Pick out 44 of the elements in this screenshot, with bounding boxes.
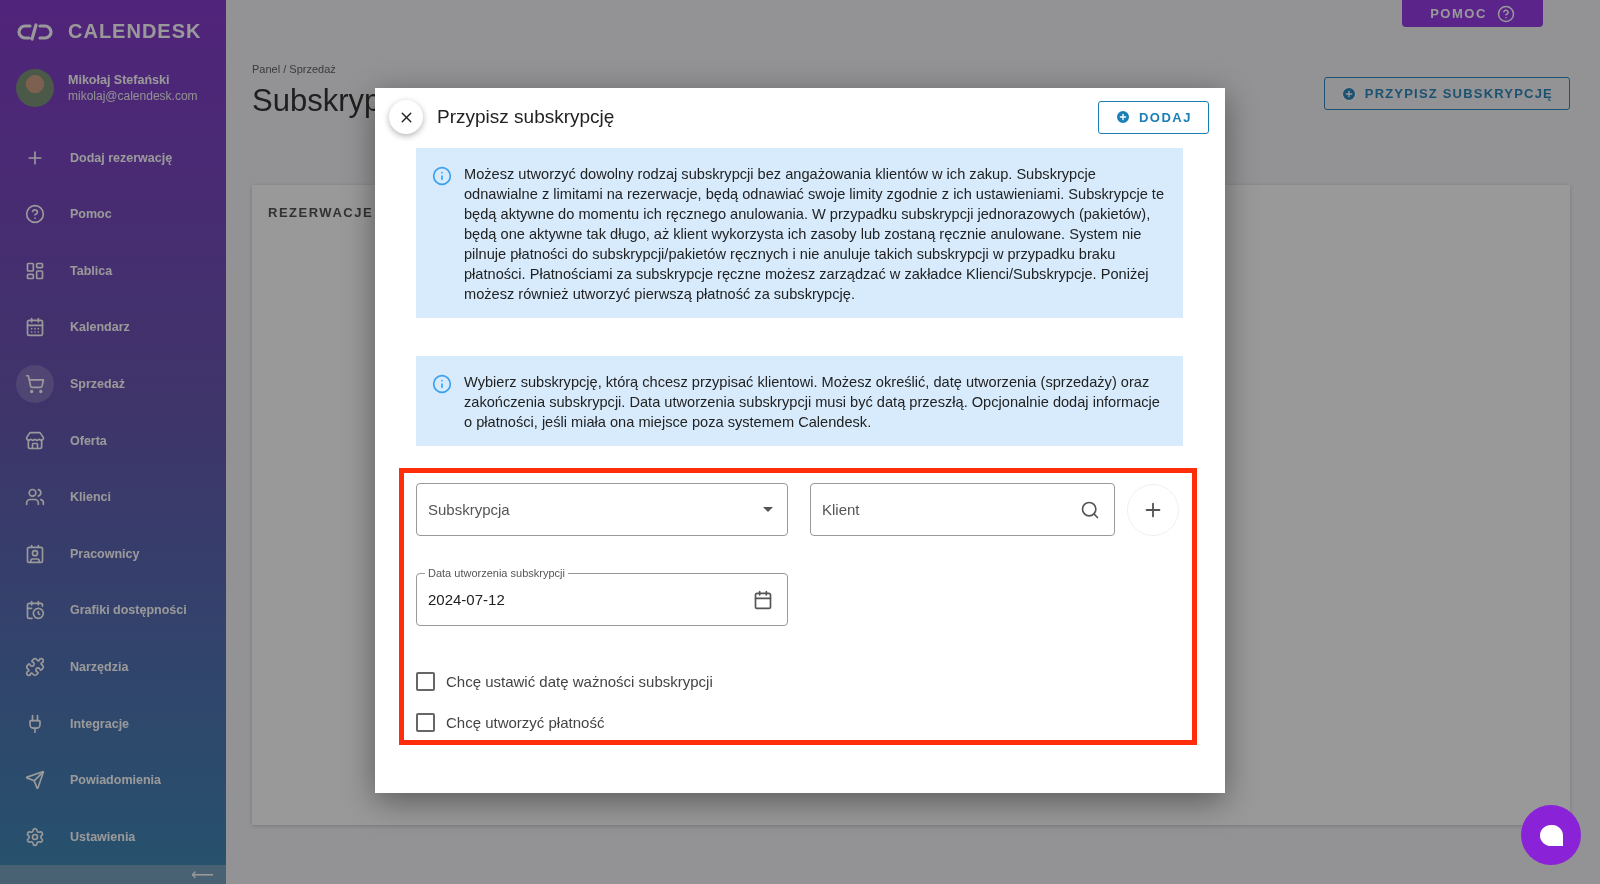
sidebar-item[interactable]: Klienci (70, 490, 111, 505)
user-email: mikolaj@calendesk.com (68, 89, 198, 104)
sidebar-item[interactable]: Powiadomienia (70, 773, 161, 788)
info-text: Możesz utworzyć dowolny rodzaj subskrypcji bez angażowania klientów w ich zakup. Subskrypcje odnawialne z limitami na rezerwacje, będą odnawiać swoje limity zgodnie z ich ustawieniami. Subskrypcje te będą aktywne do momentu ich ręcznego anulowania. W przypadku subskrypcji jednorazowych (pakietów), będą one aktywne tak długo, aż klient wykorzysta ich zasoby lub zostaną ręcznie anulowane. System nie pilnuje płatności do subskrypcji/pakietów ręcznych i nie anuluje takich subskrypcji w przypadku braku płatności. Płatnościami za subskrypcje ręczne możesz zarządzać w zakładce Klienci/Subskrypcje. Poniżej możesz również utworzyć pierwszą płatność za subskrypcję. (464, 165, 1165, 304)
subscription-select[interactable]: Subskrypcja (416, 483, 788, 536)
sidebar-item[interactable]: Oferta (70, 433, 107, 448)
checkbox[interactable] (416, 672, 435, 691)
sidebar-item[interactable]: Sprzedaż (70, 376, 125, 391)
logo-icon (16, 22, 54, 41)
brand-name: CALENDESK (68, 20, 202, 44)
sidebar-item[interactable]: Dodaj rezerwację (70, 150, 173, 165)
plus-circle-icon (1340, 85, 1357, 102)
sidebar-item[interactable]: Kalendarz (70, 320, 130, 335)
add-button[interactable]: DODAJ (1098, 100, 1209, 134)
avatar (16, 69, 54, 108)
info-text: Wybierz subskrypcję, którą chcesz przypisać klientowi. Możesz określić, datę utworzenia (sprzedaży) oraz zakończenia subskrypcji. Data utworzenia subskrypcji musi być datą przeszłą. Opcjonalnie dodaj informacje o płatności, jeśli miała ona miejsce poza systemem Calendesk. (464, 373, 1161, 432)
info-icon (432, 374, 452, 394)
sidebar-item[interactable]: Grafiki dostępności (70, 603, 187, 618)
sidebar-item[interactable]: Ustawienia (70, 829, 136, 844)
dropdown-icon (763, 507, 773, 512)
client-field[interactable]: Klient (810, 483, 1115, 536)
user-name: Mikołaj Stefański (68, 73, 171, 88)
search-icon (1080, 499, 1100, 520)
collapse-button[interactable]: ⟵ (191, 865, 214, 884)
chat-bubble-icon (1539, 824, 1563, 846)
info-icon (432, 166, 452, 186)
checkbox-label: Chcę ustawić datę ważności subskrypcji (446, 673, 713, 690)
calendar-icon (753, 589, 773, 610)
assign-button[interactable]: PRZYPISZ SUBSKRYPCJĘ (1323, 77, 1570, 110)
plus-circle-icon (1115, 109, 1131, 125)
checkbox[interactable] (416, 713, 435, 732)
sidebar-item[interactable]: Integracje (70, 716, 130, 731)
close-button[interactable] (389, 100, 423, 134)
card-title: REZERWACJE (268, 205, 374, 220)
sidebar-item[interactable]: Pomoc (70, 207, 112, 222)
dialog-title: Przypisz subskrypcję (437, 106, 615, 128)
chat-button[interactable] (1521, 805, 1581, 865)
checkbox-label: Chcę utworzyć płatność (446, 714, 605, 731)
breadcrumb: Panel / Sprzedaż (252, 63, 337, 75)
sidebar-item[interactable]: Tablica (70, 263, 113, 278)
help-icon (1496, 4, 1515, 23)
help-button[interactable]: POMOC (1402, 0, 1543, 27)
sidebar-item[interactable]: Pracownicy (70, 546, 140, 561)
sidebar-item[interactable]: Narzędzia (70, 659, 129, 674)
